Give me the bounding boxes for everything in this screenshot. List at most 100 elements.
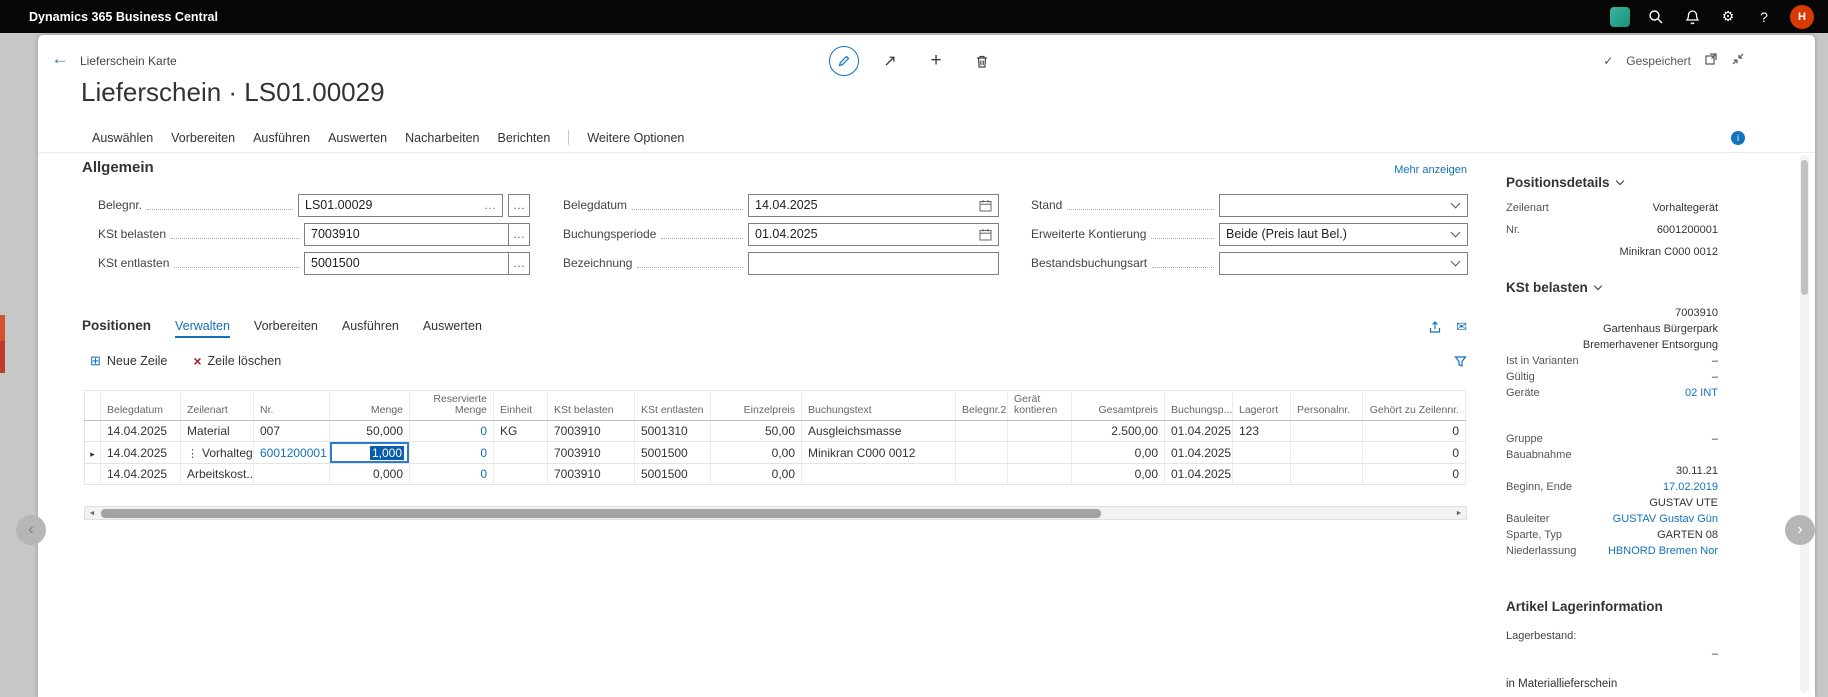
positions-tab-ausführen[interactable]: Ausführen <box>342 319 399 338</box>
field-input-belegnr[interactable]: LS01.00029… <box>298 193 503 217</box>
cell-kst-entlasten[interactable]: 5001500 <box>634 463 711 485</box>
positions-tab-vorbereiten[interactable]: Vorbereiten <box>254 319 318 338</box>
assist-ellipsis-button[interactable]: … <box>508 222 530 246</box>
ellipsis-icon[interactable]: … <box>484 198 496 212</box>
cell-menge[interactable]: 1,000 <box>329 441 410 464</box>
cell-belegdatum[interactable]: 14.04.2025 <box>100 463 181 485</box>
ribbon-item-nacharbeiten[interactable]: Nacharbeiten <box>405 131 479 145</box>
column-header-buchungsp[interactable]: Buchungsp... <box>1164 390 1233 421</box>
cell-reservierte-menge[interactable]: 0 <box>409 463 494 485</box>
cell-lagerort[interactable] <box>1232 441 1291 464</box>
column-header-lagerort[interactable]: Lagerort <box>1232 390 1291 421</box>
column-header-gerät-kontieren[interactable]: Gerät kontieren <box>1007 390 1072 421</box>
settings-gear-icon[interactable]: ⚙ <box>1718 7 1738 27</box>
cell-zeilenart[interactable]: Arbeitskost... <box>180 463 254 485</box>
column-header-einzelpreis[interactable]: Einzelpreis <box>710 390 802 421</box>
cell-buchungsp[interactable]: 01.04.2025 <box>1164 441 1233 464</box>
calendar-icon[interactable] <box>979 199 992 212</box>
column-header-belegnr-2[interactable]: Belegnr.2 <box>955 390 1008 421</box>
cell-buchungsp[interactable]: 01.04.2025 <box>1164 420 1233 442</box>
editing-cell[interactable]: 1,000 <box>330 442 409 463</box>
mehr-anzeigen-link[interactable]: Mehr anzeigen <box>1394 164 1467 176</box>
column-header-belegdatum[interactable]: Belegdatum <box>100 390 181 421</box>
new-record-icon[interactable]: + <box>921 46 951 76</box>
cell-kst-entlasten[interactable]: 5001500 <box>634 441 711 464</box>
cell-einheit[interactable]: KG <box>493 420 548 442</box>
cell-reservierte-menge[interactable]: 0 <box>409 420 494 442</box>
cell-gehört-zu-zeilennr[interactable]: 0 <box>1362 420 1466 442</box>
cell-reservierte-menge[interactable]: 0 <box>409 441 494 464</box>
cell-gesamtpreis[interactable]: 0,00 <box>1071 441 1165 464</box>
row-selector[interactable]: ▸ <box>84 441 101 464</box>
cell-kst-belasten[interactable]: 7003910 <box>547 420 635 442</box>
edit-pencil-icon[interactable] <box>829 46 859 76</box>
cell-einheit[interactable] <box>493 441 548 464</box>
column-header-reservierte-menge[interactable]: Reservierte Menge <box>409 390 494 421</box>
field-input-bestandsbuchungsart[interactable] <box>1219 251 1468 275</box>
cell-gerät-kontieren[interactable] <box>1007 420 1072 442</box>
cell-einzelpreis[interactable]: 50,00 <box>710 420 802 442</box>
vertical-scrollbar[interactable] <box>1800 155 1809 693</box>
cell-buchungsp[interactable]: 01.04.2025 <box>1164 463 1233 485</box>
cell-menge[interactable]: 0,000 <box>329 463 410 485</box>
cell-gerät-kontieren[interactable] <box>1007 441 1072 464</box>
cell-kst-belasten[interactable]: 7003910 <box>547 463 635 485</box>
cell-personalnr[interactable] <box>1290 441 1363 464</box>
chevron-down-icon[interactable] <box>1450 198 1461 209</box>
row-selector[interactable] <box>84 463 101 485</box>
cell-belegdatum[interactable]: 14.04.2025 <box>100 420 181 442</box>
delete-line-button[interactable]: × Zeile löschen <box>193 354 281 368</box>
cell-einzelpreis[interactable]: 0,00 <box>710 463 802 485</box>
assist-ellipsis-button[interactable]: … <box>508 251 530 275</box>
cell-belegnr-2[interactable] <box>955 463 1008 485</box>
cell-lagerort[interactable]: 123 <box>1232 420 1291 442</box>
factbox-value[interactable]: 17.02.2019 <box>1663 479 1718 495</box>
cell-kst-belasten[interactable]: 7003910 <box>547 441 635 464</box>
column-header-nr[interactable]: Nr. <box>253 390 330 421</box>
cell-personalnr[interactable] <box>1290 420 1363 442</box>
cell-gesamtpreis[interactable]: 2.500,00 <box>1071 420 1165 442</box>
cell-nr[interactable]: 007 <box>253 420 330 442</box>
search-icon[interactable] <box>1646 7 1666 27</box>
column-header-kst-belasten[interactable]: KSt belasten <box>547 390 635 421</box>
previous-record-chevron-icon[interactable]: ‹ <box>16 515 46 545</box>
cell-belegdatum[interactable]: 14.04.2025 <box>100 441 181 464</box>
cell-belegnr-2[interactable] <box>955 420 1008 442</box>
breadcrumb[interactable]: Lieferschein Karte <box>80 54 177 68</box>
cell-einzelpreis[interactable]: 0,00 <box>710 441 802 464</box>
cell-buchungstext[interactable]: Ausgleichsmasse <box>801 420 956 442</box>
column-header-gehört-zu-zeilennr[interactable]: Gehört zu Zeilennr. <box>1362 390 1466 421</box>
cell-gerät-kontieren[interactable] <box>1007 463 1072 485</box>
cell-personalnr[interactable] <box>1290 463 1363 485</box>
field-input-belegdatum[interactable]: 14.04.2025 <box>748 193 999 217</box>
cell-lagerort[interactable] <box>1232 463 1291 485</box>
cell-buchungstext[interactable]: Minikran C000 0012 <box>801 441 956 464</box>
ribbon-item-berichten[interactable]: Berichten <box>498 131 551 145</box>
factbox-section-positionsdetails[interactable]: Positionsdetails <box>1506 175 1718 190</box>
more-options-menu[interactable]: Weitere Optionen <box>587 131 684 145</box>
cell-menge[interactable]: 50,000 <box>329 420 410 442</box>
column-header-menge[interactable]: Menge <box>329 390 410 421</box>
collapse-icon[interactable] <box>1731 52 1745 69</box>
cell-zeilenart[interactable]: ⋮Vorhaltege... <box>180 441 254 464</box>
field-input-buchungsperiode[interactable]: 01.04.2025 <box>748 222 999 246</box>
user-avatar[interactable]: H <box>1790 4 1814 29</box>
share-icon[interactable]: ↗ <box>875 46 905 76</box>
cell-kst-entlasten[interactable]: 5001310 <box>634 420 711 442</box>
cell-einheit[interactable] <box>493 463 548 485</box>
scroll-right-icon[interactable]: ► <box>1452 510 1466 517</box>
column-header-personalnr[interactable]: Personalnr. <box>1290 390 1363 421</box>
new-line-button[interactable]: ⊞ Neue Zeile <box>90 353 167 369</box>
field-input-erweiterte-kontierung[interactable]: Beide (Preis laut Bel.) <box>1219 222 1468 246</box>
back-arrow-icon[interactable]: ← <box>48 47 72 71</box>
positions-tab-auswerten[interactable]: Auswerten <box>423 319 482 338</box>
environment-badge-icon[interactable] <box>1610 6 1630 27</box>
factbox-value[interactable]: GUSTAV Gustav Gün <box>1613 511 1718 527</box>
field-input-kst-belasten[interactable]: 7003910 <box>304 222 509 246</box>
row-selector[interactable] <box>84 420 101 442</box>
factbox-value[interactable]: HBNORD Bremen Nor <box>1608 543 1718 559</box>
popout-icon[interactable] <box>1704 52 1718 69</box>
field-input-bezeichnung[interactable] <box>748 251 999 275</box>
horizontal-scrollbar[interactable]: ◄ ► <box>84 506 1467 520</box>
assist-ellipsis-button[interactable]: … <box>508 193 530 217</box>
